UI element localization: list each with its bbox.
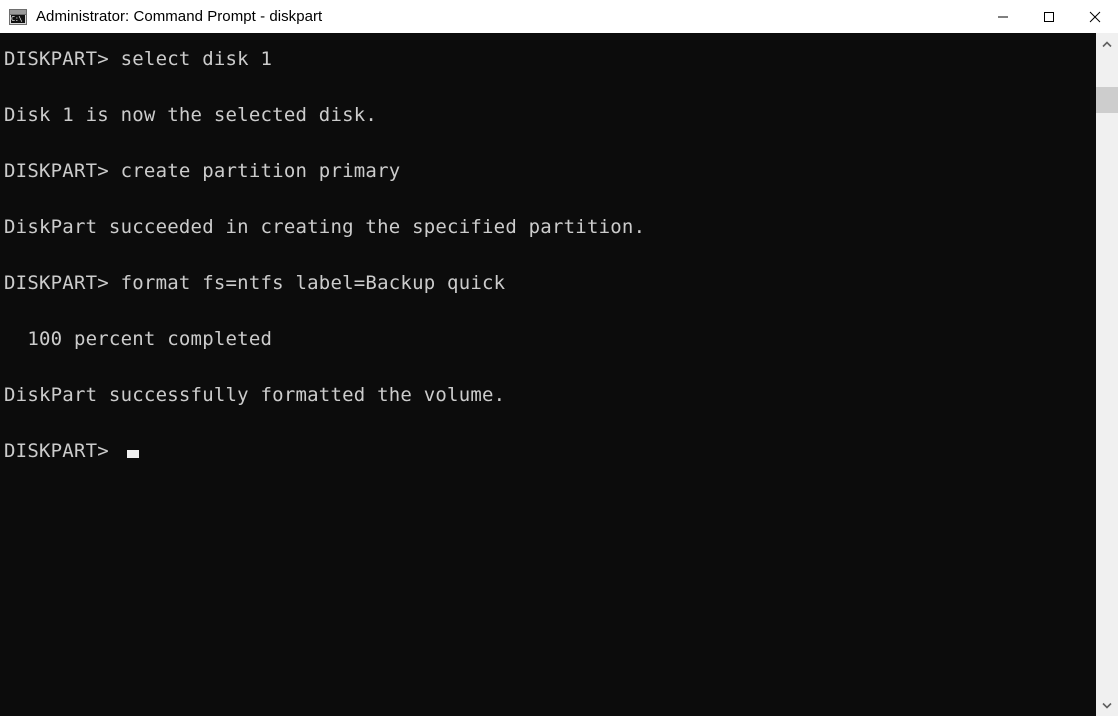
console-line: DISKPART> create partition primary (4, 160, 401, 182)
scrollbar-track[interactable] (1096, 55, 1118, 694)
console-line: DiskPart succeeded in creating the speci… (4, 216, 646, 238)
maximize-icon (1044, 11, 1054, 22)
title-bar[interactable]: C:\ Administrator: Command Prompt - disk… (0, 0, 1118, 33)
scroll-down-icon (1102, 702, 1112, 709)
console-area: DISKPART> select disk 1 Disk 1 is now th… (0, 33, 1118, 716)
command-prompt-window: C:\ Administrator: Command Prompt - disk… (0, 0, 1118, 716)
cmd-console-icon: C:\ (9, 8, 27, 25)
icon-prompt-glyph: C:\ (11, 14, 23, 23)
console-line: 100 percent completed (4, 328, 273, 350)
minimize-button[interactable] (980, 0, 1026, 33)
close-button[interactable] (1072, 0, 1118, 33)
console-output[interactable]: DISKPART> select disk 1 Disk 1 is now th… (0, 33, 1096, 716)
minimize-icon (998, 16, 1008, 17)
console-prompt: DISKPART> (4, 440, 121, 462)
text-cursor (126, 450, 139, 458)
scrollbar-thumb[interactable] (1096, 87, 1118, 113)
scroll-down-button[interactable] (1096, 694, 1118, 716)
scroll-up-button[interactable] (1096, 33, 1118, 55)
console-line: DiskPart successfully formatted the volu… (4, 384, 506, 406)
window-controls (980, 0, 1118, 33)
console-line: DISKPART> select disk 1 (4, 48, 273, 70)
close-icon (1089, 11, 1101, 22)
console-input-line[interactable]: DISKPART> (4, 437, 1096, 465)
console-line: Disk 1 is now the selected disk. (4, 104, 378, 126)
console-scrollbar[interactable] (1096, 33, 1118, 716)
scroll-up-icon (1102, 40, 1112, 47)
console-line: DISKPART> format fs=ntfs label=Backup qu… (4, 272, 506, 294)
window-title: Administrator: Command Prompt - diskpart (36, 8, 323, 25)
maximize-button[interactable] (1026, 0, 1072, 33)
